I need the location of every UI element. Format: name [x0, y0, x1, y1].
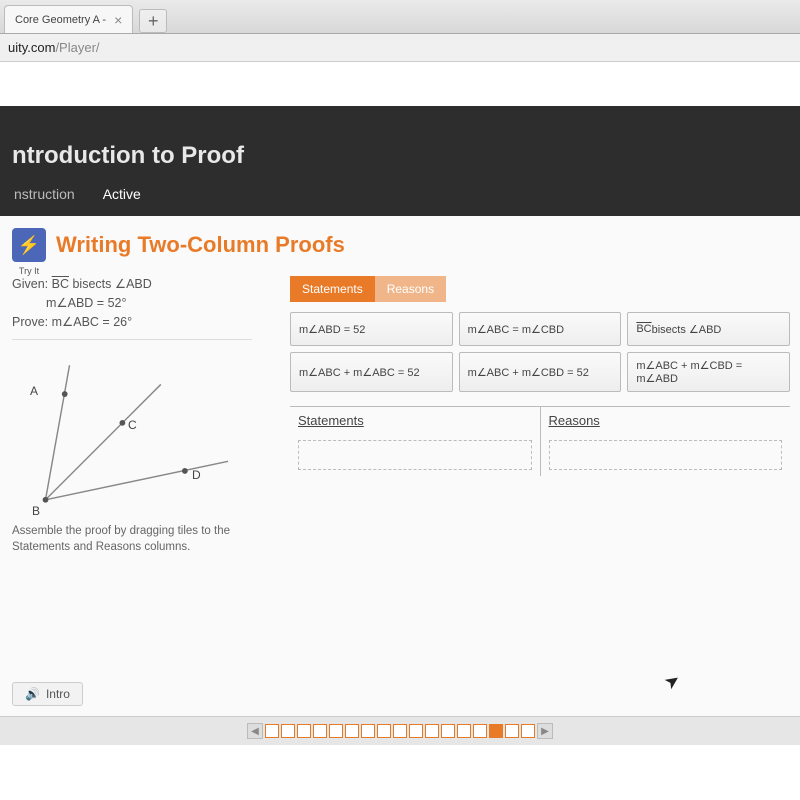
page-indicator[interactable]	[377, 724, 391, 738]
proof-tile[interactable]: m∠ABC + m∠CBD = m∠ABD	[627, 352, 790, 392]
lesson-header: ntroduction to Proof nstruction Active	[0, 106, 800, 216]
page-indicator[interactable]	[489, 724, 503, 738]
point-c-label: C	[128, 418, 137, 432]
new-tab-button[interactable]: +	[139, 9, 167, 33]
statements-tab-button[interactable]: Statements	[290, 276, 375, 302]
lightning-icon: ⚡	[18, 235, 40, 256]
page-indicator[interactable]	[345, 724, 359, 738]
url-path: /Player/	[55, 40, 99, 55]
page-indicator[interactable]	[457, 724, 471, 738]
page-indicator[interactable]	[505, 724, 519, 738]
point-a-label: A	[30, 384, 38, 398]
point-d-label: D	[192, 468, 201, 482]
page-indicator[interactable]	[313, 724, 327, 738]
problem-panel: Given: BC bisects ABD m∠ABD = 52° Prove:…	[12, 276, 272, 555]
proof-tile[interactable]: m∠ABC = m∠CBD	[459, 312, 622, 346]
page-indicator[interactable]	[361, 724, 375, 738]
lesson-tabs: nstruction Active	[12, 182, 800, 206]
point-b-label: B	[32, 504, 40, 518]
prove-line: Prove: m∠ABC = 26°	[12, 314, 272, 329]
lesson-title: ntroduction to Proof	[12, 142, 800, 170]
given-measure: m∠ABD = 52°	[46, 295, 272, 310]
proof-builder: Statements Reasons m∠ABD = 52m∠ABC = m∠C…	[290, 276, 790, 555]
tryit-icon[interactable]: ⚡ Try It	[12, 228, 46, 262]
page-indicator[interactable]	[329, 724, 343, 738]
speaker-icon: 🔊	[25, 687, 40, 701]
tab-active[interactable]: Active	[101, 182, 143, 206]
page-indicator[interactable]	[441, 724, 455, 738]
instructions-text: Assemble the proof by dragging tiles to …	[12, 523, 272, 555]
tile-bank: m∠ABD = 52m∠ABC = m∠CBDBC bisects ∠ABDm∠…	[290, 312, 790, 392]
reasons-header: Reasons	[541, 407, 791, 434]
tab-title: Core Geometry A -	[15, 14, 106, 26]
reason-drop-zone[interactable]	[549, 440, 783, 470]
reasons-column: Reasons	[541, 407, 791, 476]
geometry-diagram: A B C D	[12, 339, 252, 519]
next-page-button[interactable]: ▶	[537, 723, 553, 739]
tab-instruction[interactable]: nstruction	[12, 182, 77, 206]
tile-category-tabs: Statements Reasons	[290, 276, 790, 302]
proof-tile[interactable]: m∠ABC + m∠CBD = 52	[459, 352, 622, 392]
given-line: Given: BC bisects ABD	[12, 276, 272, 291]
page-indicator[interactable]	[409, 724, 423, 738]
page-indicator[interactable]	[281, 724, 295, 738]
section-title: Writing Two-Column Proofs	[56, 232, 345, 258]
proof-tile[interactable]: m∠ABC + m∠ABC = 52	[290, 352, 453, 392]
url-domain: uity.com	[8, 40, 55, 55]
work-area: Given: BC bisects ABD m∠ABD = 52° Prove:…	[12, 276, 790, 555]
page-indicator[interactable]	[473, 724, 487, 738]
proof-table: Statements Reasons	[290, 406, 790, 476]
page-indicator[interactable]	[425, 724, 439, 738]
statements-column: Statements	[290, 407, 541, 476]
close-tab-icon[interactable]: ×	[114, 12, 122, 28]
browser-tab[interactable]: Core Geometry A - ×	[4, 5, 133, 33]
intro-label: Intro	[46, 687, 70, 701]
address-bar[interactable]: uity.com /Player/	[0, 34, 800, 62]
page-indicator[interactable]	[265, 724, 279, 738]
proof-tile[interactable]: BC bisects ∠ABD	[627, 312, 790, 346]
cursor-icon: ➤	[660, 669, 684, 695]
browser-tab-strip: Core Geometry A - × +	[0, 0, 800, 34]
prev-page-button[interactable]: ◀	[247, 723, 263, 739]
reasons-tab-button[interactable]: Reasons	[375, 276, 446, 302]
page-indicator[interactable]	[393, 724, 407, 738]
section-header: ⚡ Try It Writing Two-Column Proofs	[12, 228, 790, 262]
page-indicator[interactable]	[297, 724, 311, 738]
page-indicator[interactable]	[521, 724, 535, 738]
statements-header: Statements	[290, 407, 540, 434]
tryit-label: Try It	[19, 266, 39, 276]
page-navigator: ◀ ▶	[0, 716, 800, 745]
intro-audio-button[interactable]: 🔊 Intro	[12, 682, 83, 706]
proof-tile[interactable]: m∠ABD = 52	[290, 312, 453, 346]
content-area: ⚡ Try It Writing Two-Column Proofs Given…	[0, 216, 800, 716]
statement-drop-zone[interactable]	[298, 440, 532, 470]
